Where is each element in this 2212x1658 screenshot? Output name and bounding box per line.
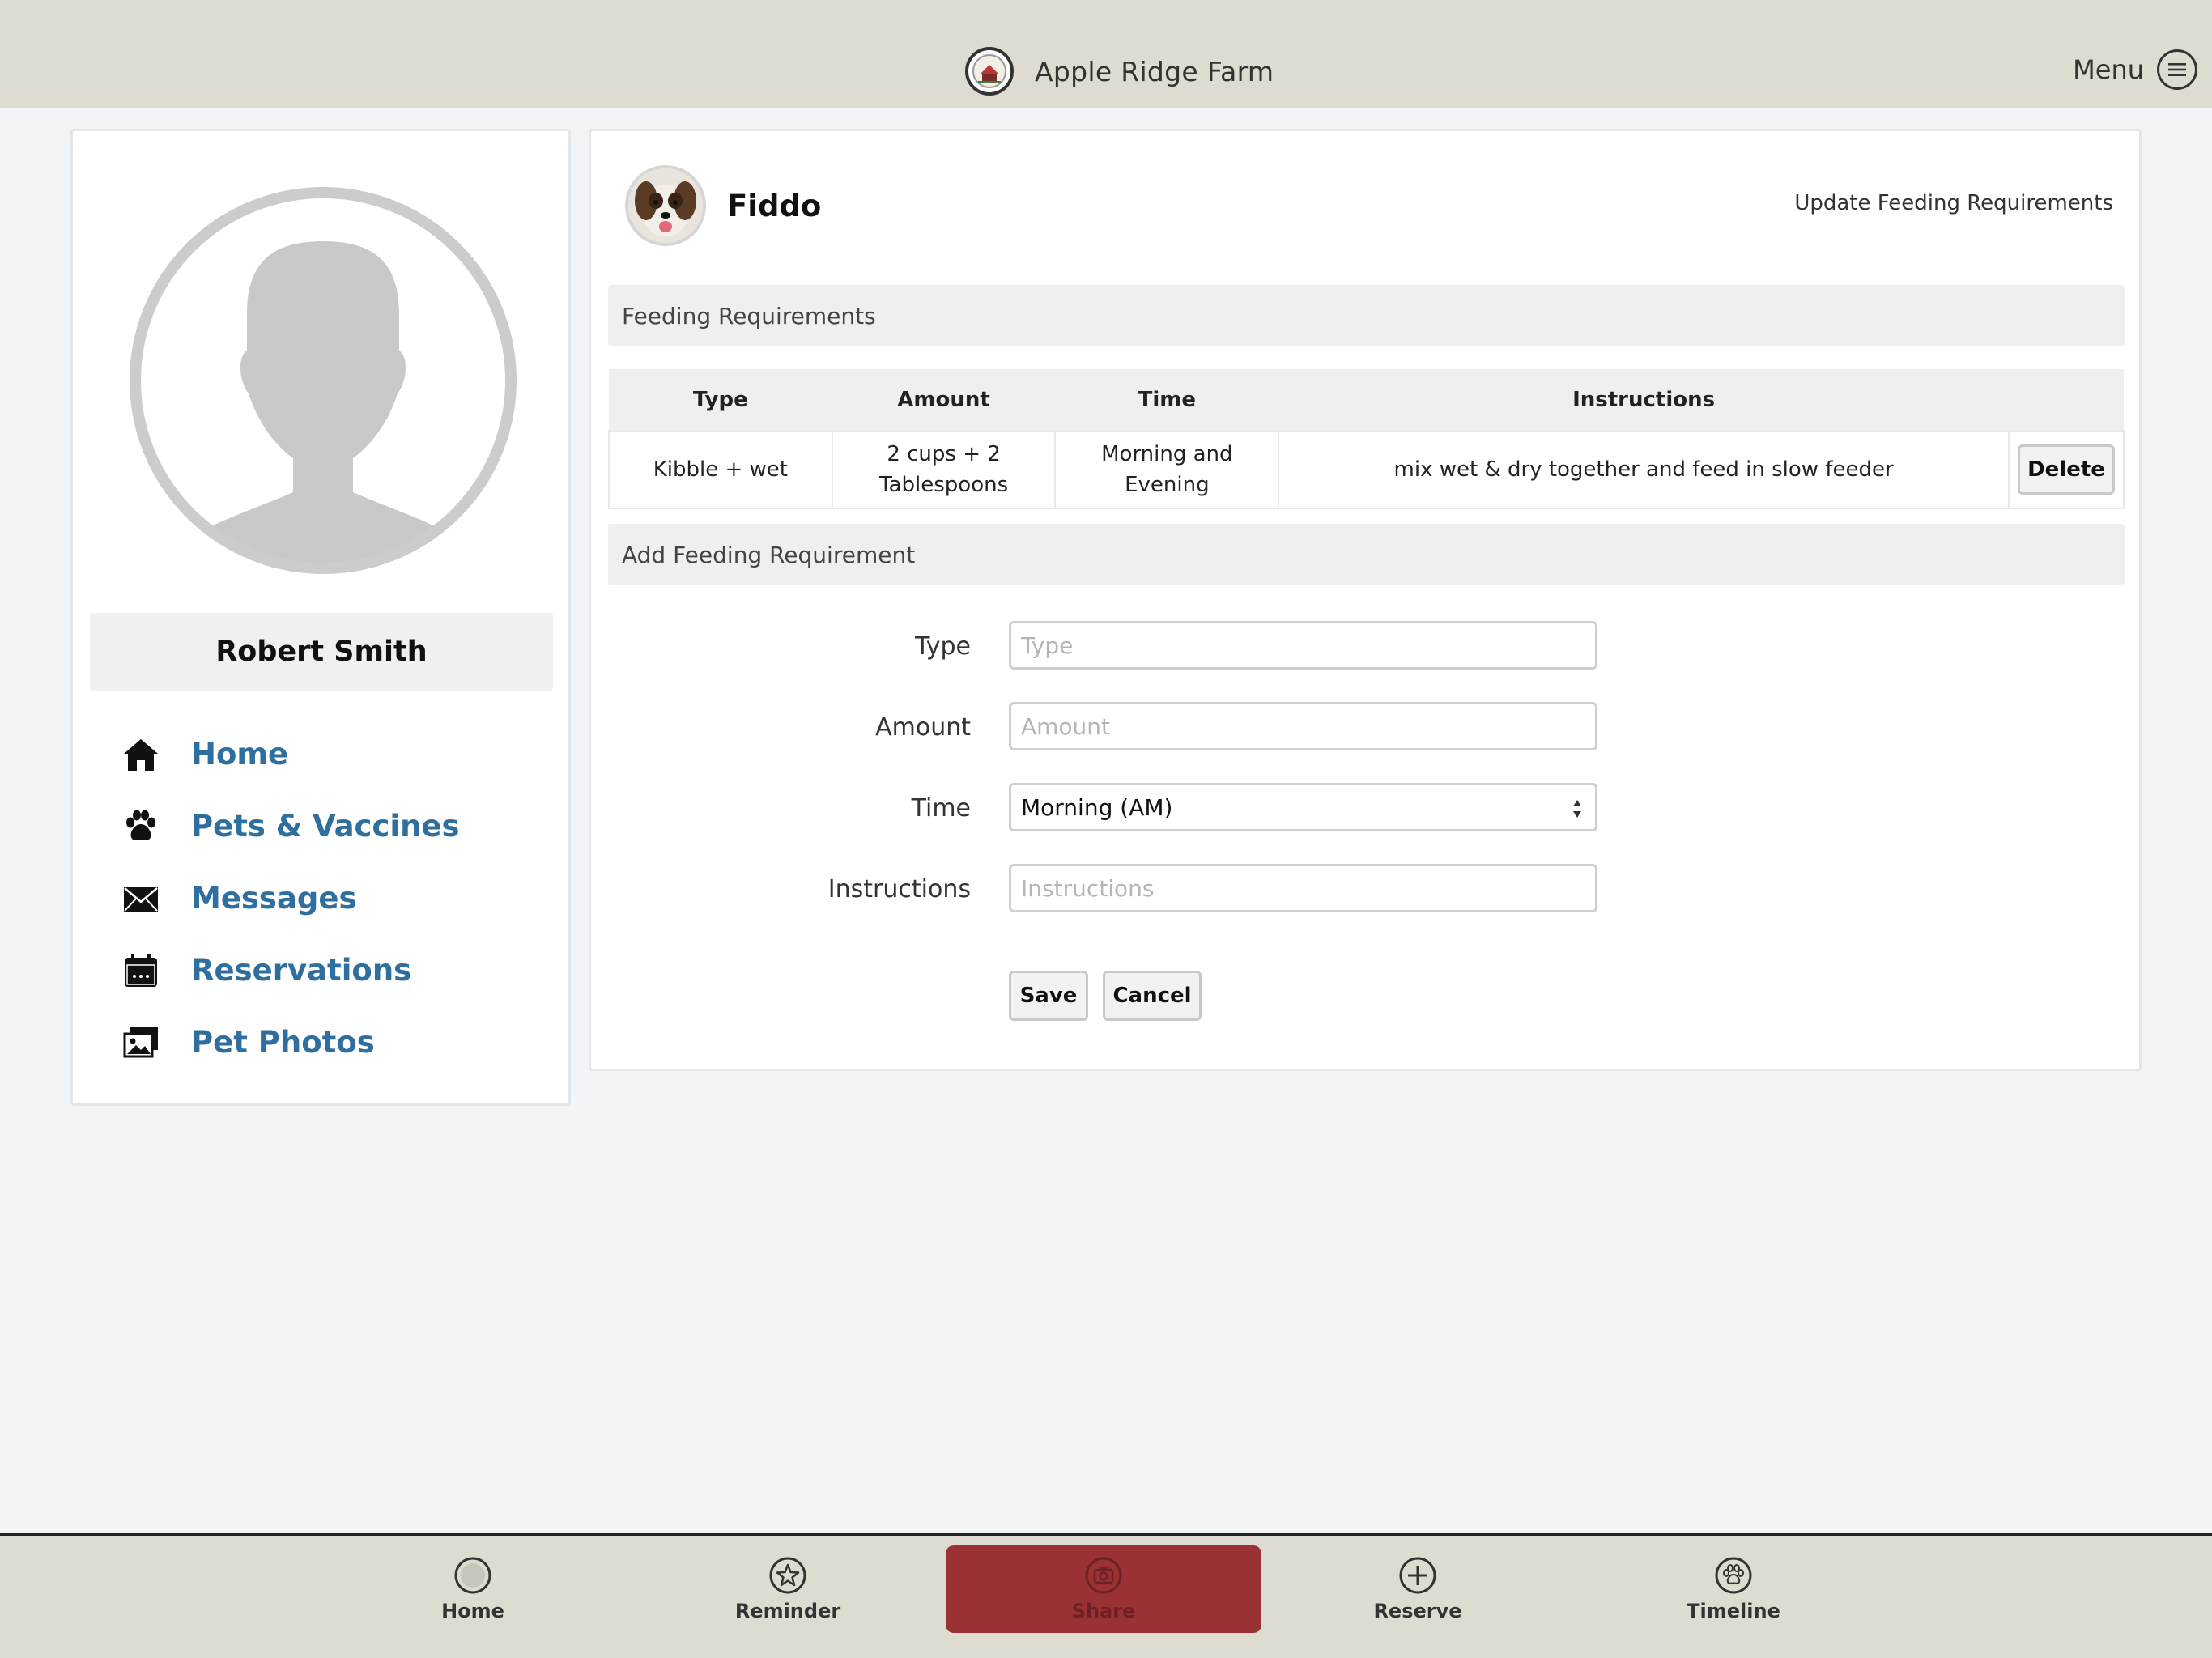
form-actions: Save Cancel xyxy=(1009,971,1202,1021)
instructions-row: Instructions xyxy=(591,864,2144,914)
column-header-time: Time xyxy=(1055,369,1279,431)
sidebar-nav: Home Pets & Vaccines Messages Reservatio… xyxy=(121,718,542,1078)
user-silhouette-icon xyxy=(127,185,519,576)
column-header-actions xyxy=(2008,369,2124,431)
feeding-panel: Fiddo Update Feeding Requirements Feedin… xyxy=(589,129,2142,1071)
sidebar-item-messages[interactable]: Messages xyxy=(121,862,542,934)
cell-amount-line: Tablespoons xyxy=(879,473,1009,497)
tab-label: Reserve xyxy=(1373,1600,1462,1622)
amount-input[interactable] xyxy=(1009,702,1597,750)
pet-avatar xyxy=(625,165,706,246)
type-row: Type xyxy=(591,621,2144,671)
sidebar-item-pet-photos[interactable]: Pet Photos xyxy=(121,1006,542,1078)
tab-share[interactable]: Share xyxy=(946,1545,1261,1633)
table-row: Kibble + wet 2 cups + 2 Tablespoons Morn… xyxy=(608,430,2125,509)
delete-button[interactable]: Delete xyxy=(2017,444,2115,495)
camera-icon xyxy=(1085,1557,1122,1594)
pet-name: Fiddo xyxy=(727,188,822,223)
cell-amount-line: 2 cups + 2 xyxy=(887,442,1001,466)
top-bar: Apple Ridge Farm Menu xyxy=(0,0,2212,108)
app-title: Apple Ridge Farm xyxy=(1035,55,1274,87)
home-circle-icon xyxy=(454,1557,491,1594)
sidebar-item-label: Pet Photos xyxy=(191,1025,375,1060)
cell-time: Morning and Evening xyxy=(1054,430,1280,509)
sidebar-item-pets-vaccines[interactable]: Pets & Vaccines xyxy=(121,790,542,862)
photos-icon xyxy=(121,1023,160,1062)
menu-label: Menu xyxy=(2073,54,2144,85)
instructions-label: Instructions xyxy=(827,874,971,903)
table-header-row: Type Amount Time Instructions xyxy=(609,369,2124,431)
tab-reminder[interactable]: Reminder xyxy=(630,1545,946,1633)
user-name-box: Robert Smith xyxy=(90,613,553,691)
sidebar-item-home[interactable]: Home xyxy=(121,718,542,790)
house-icon xyxy=(121,735,160,774)
time-select-value: Morning (AM) xyxy=(1021,793,1173,821)
profile-sidebar: Robert Smith Home Pets & Vaccines Messag… xyxy=(70,129,571,1106)
sidebar-item-label: Pets & Vaccines xyxy=(191,809,460,844)
paw-icon xyxy=(121,807,160,846)
bottom-tab-bar: Home Reminder Share Reserve Timeline xyxy=(0,1533,2212,1658)
column-header-instructions: Instructions xyxy=(1278,369,2009,431)
tab-label: Share xyxy=(1071,1600,1136,1622)
envelope-icon xyxy=(121,879,160,918)
type-input[interactable] xyxy=(1009,621,1597,670)
update-feeding-link[interactable]: Update Feeding Requirements xyxy=(1794,191,2113,215)
sidebar-item-label: Messages xyxy=(191,881,357,916)
amount-row: Amount xyxy=(591,702,2144,752)
sidebar-item-label: Home xyxy=(191,737,289,772)
cell-amount: 2 cups + 2 Tablespoons xyxy=(831,430,1057,509)
sidebar-item-label: Reservations xyxy=(191,953,412,988)
cell-type: Kibble + wet xyxy=(608,430,833,509)
type-label: Type xyxy=(915,631,971,661)
tab-label: Home xyxy=(441,1600,504,1622)
feeding-requirements-table: Type Amount Time Instructions Kibble + w… xyxy=(608,369,2125,509)
brand[interactable]: Apple Ridge Farm xyxy=(965,47,1274,96)
instructions-input[interactable] xyxy=(1009,864,1597,912)
tab-timeline[interactable]: Timeline xyxy=(1576,1545,1891,1633)
tab-label: Timeline xyxy=(1687,1600,1780,1622)
time-label: Time xyxy=(911,793,971,823)
pet-header: Fiddo xyxy=(625,165,821,246)
feeding-requirements-header: Feeding Requirements xyxy=(608,285,2125,346)
time-row: Time Morning (AM) xyxy=(591,783,2144,833)
farm-logo-icon xyxy=(965,47,1014,96)
amount-label: Amount xyxy=(875,712,971,742)
tab-reserve[interactable]: Reserve xyxy=(1260,1545,1576,1633)
select-arrows-icon xyxy=(1571,797,1584,821)
cancel-button[interactable]: Cancel xyxy=(1103,971,1202,1021)
plus-icon xyxy=(1399,1557,1436,1594)
calendar-icon xyxy=(121,951,160,990)
add-feeding-requirement-header: Add Feeding Requirement xyxy=(608,524,2125,585)
column-header-type: Type xyxy=(609,369,832,431)
cell-actions: Delete xyxy=(2007,430,2125,509)
column-header-amount: Amount xyxy=(832,369,1056,431)
tab-label: Reminder xyxy=(734,1600,841,1622)
time-select[interactable]: Morning (AM) xyxy=(1009,783,1597,831)
tab-home[interactable]: Home xyxy=(315,1545,631,1633)
star-icon xyxy=(769,1557,806,1594)
cell-instructions: mix wet & dry together and feed in slow … xyxy=(1278,430,2010,509)
sidebar-item-reservations[interactable]: Reservations xyxy=(121,934,542,1006)
save-button[interactable]: Save xyxy=(1009,971,1088,1021)
hamburger-menu-icon xyxy=(2157,49,2197,90)
user-name: Robert Smith xyxy=(215,636,428,668)
paw-circle-icon xyxy=(1715,1557,1752,1594)
menu-button[interactable]: Menu xyxy=(2073,49,2197,91)
